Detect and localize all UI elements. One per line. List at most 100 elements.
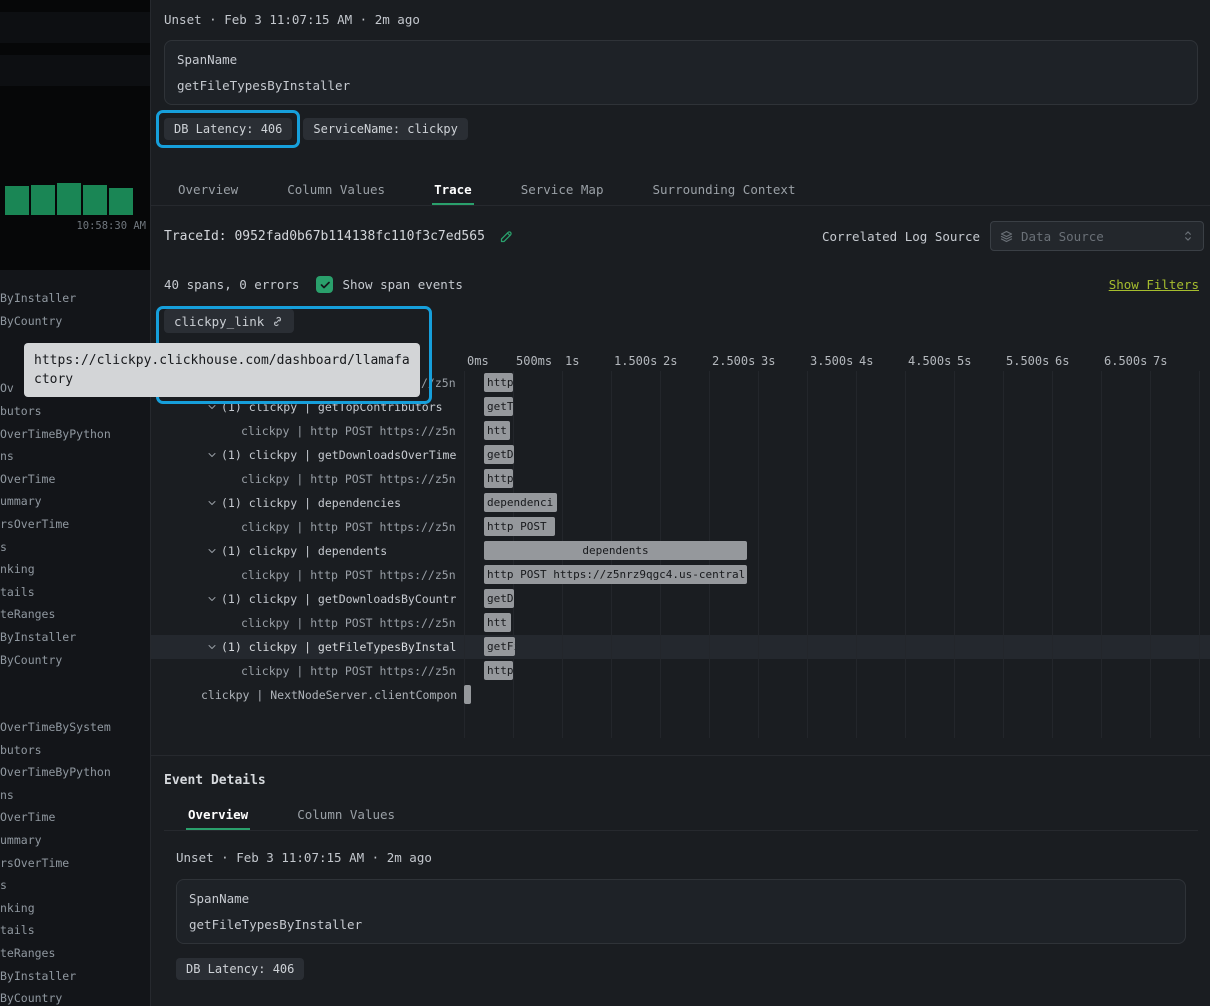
trace-span-row[interactable]: clickpy | NextNodeServer.clientCompone <box>151 683 1210 707</box>
trace-span-row[interactable]: clickpy | http POST https://z5nrzhtt <box>151 611 1210 635</box>
tab-column-values[interactable]: Column Values <box>285 175 387 205</box>
span-duration-bar[interactable]: getD <box>484 445 514 464</box>
sidebar-list-item[interactable]: ns <box>0 784 150 807</box>
tab-service-map[interactable]: Service Map <box>519 175 606 205</box>
edit-trace-id-button[interactable] <box>499 229 514 244</box>
sidebar-list-item[interactable]: ByCountry <box>0 987 150 1006</box>
chevron-down-icon[interactable] <box>206 497 218 509</box>
sidebar-list-item[interactable]: OverTime <box>0 468 150 491</box>
span-duration-bar[interactable]: http POST <box>484 517 555 536</box>
span-duration-bar[interactable]: http <box>484 661 513 680</box>
tab-trace[interactable]: Trace <box>432 175 474 205</box>
db-latency-badge[interactable]: DB Latency: 406 <box>164 118 292 140</box>
chevron-down-icon[interactable] <box>206 545 218 557</box>
span-duration-bar[interactable]: getD <box>484 589 514 608</box>
span-duration-bar[interactable]: getT <box>484 397 513 416</box>
sidebar-list-item[interactable]: OverTimeBySystem <box>0 716 150 739</box>
data-source-placeholder: Data Source <box>1021 229 1174 244</box>
span-row-label: clickpy | http POST https://z5nrz <box>151 419 457 443</box>
sidebar-list-item[interactable]: ummary <box>0 490 150 513</box>
drawer-tabs: Overview Column Values Trace Service Map Sur… <box>151 175 1210 206</box>
span-duration-bar[interactable] <box>464 685 471 704</box>
background-panel-row <box>0 55 150 86</box>
trace-span-row[interactable]: clickpy | http POST https://z5nrzhttp <box>151 467 1210 491</box>
sidebar-list-item[interactable]: nking <box>0 897 150 920</box>
sidebar-list-item[interactable]: OverTimeByPython <box>0 423 150 446</box>
service-name-badge[interactable]: ServiceName: clickpy <box>303 118 468 140</box>
sidebar-list-item[interactable]: nking <box>0 558 150 581</box>
span-name-label: SpanName <box>177 52 1185 67</box>
span-duration-bar[interactable]: htt <box>484 421 510 440</box>
span-duration-bar[interactable]: getFi <box>484 637 515 656</box>
trace-span-row[interactable]: (1) clickpy | dependentsdependents <box>151 539 1210 563</box>
db-latency-badge-details[interactable]: DB Latency: 406 <box>176 958 304 980</box>
chevron-down-icon[interactable] <box>206 449 218 461</box>
span-name-text: clickpy | NextNodeServer.clientCompone <box>201 688 457 702</box>
span-row-label: clickpy | http POST https://z5nrz <box>151 563 457 587</box>
mini-bar-chart <box>5 183 133 215</box>
span-name-text: clickpy | http POST https://z5nrz <box>241 568 457 582</box>
chevron-down-icon[interactable] <box>206 401 218 413</box>
event-details-timestamp: Unset · Feb 3 11:07:15 AM · 2m ago <box>176 850 1210 865</box>
tab-overview[interactable]: Overview <box>176 175 240 205</box>
trace-span-row[interactable]: clickpy | http POST https://z5nrz http PO… <box>151 563 1210 587</box>
sidebar-list-item[interactable]: teRanges <box>0 603 150 626</box>
trace-span-row[interactable]: clickpy | http POST https://z5nrz htt <box>151 419 1210 443</box>
trace-span-row[interactable]: clickpy | http POST https://z5nrz http PO… <box>151 515 1210 539</box>
clickpy-link-button[interactable]: clickpy_link <box>164 309 294 333</box>
link-icon <box>271 315 284 328</box>
sidebar-list-item[interactable]: rsOverTime <box>0 513 150 536</box>
span-name-card: SpanName getFileTypesByInstaller <box>164 40 1198 105</box>
background-sidebar: 10:58:30 AM ByInstallerByCountryOvbutors… <box>0 0 150 1006</box>
event-details-tab-column-values[interactable]: Column Values <box>295 802 397 830</box>
timeline-tick: 7s <box>1150 354 1167 368</box>
selector-chevrons-icon <box>1181 229 1195 243</box>
span-name-text: clickpy | http POST https://z5nrz <box>241 520 457 534</box>
show-span-events-checkbox[interactable] <box>316 276 333 293</box>
sidebar-list-item[interactable]: ByCountry <box>0 310 150 333</box>
sidebar-list-item[interactable]: s <box>0 536 150 559</box>
span-duration-bar[interactable]: dependents <box>484 541 747 560</box>
sidebar-list-item[interactable]: ByInstaller <box>0 287 150 310</box>
sidebar-list-item[interactable]: OverTimeByPython <box>0 761 150 784</box>
sidebar-list-item[interactable]: ByCountry <box>0 649 150 672</box>
sidebar-list-item[interactable]: tails <box>0 919 150 942</box>
trace-span-row[interactable]: (1) clickpy | dependenciesdependenci <box>151 491 1210 515</box>
span-duration-bar[interactable]: http <box>484 469 513 488</box>
span-duration-bar[interactable]: dependenci <box>484 493 557 512</box>
trace-span-row[interactable]: (1) clickpy | getDownloadsByCountrygetD <box>151 587 1210 611</box>
app-screen: 10:58:30 AM ByInstallerByCountryOvbutors… <box>0 0 1210 1006</box>
db-latency-highlight-box: DB Latency: 406 <box>156 110 300 148</box>
span-duration-bar[interactable]: http <box>484 373 513 392</box>
sidebar-list-item[interactable]: butors <box>0 400 150 423</box>
trace-span-row[interactable]: (1) clickpy | getTopContributorsgetT <box>151 395 1210 419</box>
sidebar-list-item[interactable]: s <box>0 874 150 897</box>
check-icon <box>319 279 331 291</box>
sidebar-list-item[interactable]: butors <box>0 739 150 762</box>
show-filters-link[interactable]: Show Filters <box>1109 277 1199 292</box>
span-duration-bar[interactable]: htt <box>484 613 511 632</box>
timeline-tick: 0ms <box>464 354 489 368</box>
tab-surrounding-context[interactable]: Surrounding Context <box>651 175 798 205</box>
trace-span-row[interactable]: clickpy | http POST https://z5nrzhttp <box>151 659 1210 683</box>
sidebar-list-item[interactable]: ns <box>0 445 150 468</box>
trace-span-row[interactable]: (1) clickpy | getDownloadsOverTimeBySget… <box>151 443 1210 467</box>
event-details-tab-overview[interactable]: Overview <box>186 802 250 830</box>
chart-bar <box>109 188 133 215</box>
timeline-tick: 6s <box>1052 354 1069 368</box>
data-source-select[interactable]: Data Source <box>990 221 1204 251</box>
sidebar-list-item[interactable]: ummary <box>0 829 150 852</box>
span-row-label: clickpy | NextNodeServer.clientCompone <box>151 683 457 707</box>
sidebar-list-item[interactable]: rsOverTime <box>0 852 150 875</box>
chevron-down-icon[interactable] <box>206 593 218 605</box>
sidebar-list-item[interactable]: ByInstaller <box>0 626 150 649</box>
chart-bar <box>57 183 81 215</box>
sidebar-list-item[interactable]: teRanges <box>0 942 150 965</box>
correlated-log-source-label: Correlated Log Source <box>822 229 980 244</box>
chevron-down-icon[interactable] <box>206 641 218 653</box>
trace-span-row[interactable]: (1) clickpy | getFileTypesByInstallerget… <box>151 635 1210 659</box>
sidebar-list-item[interactable]: ByInstaller <box>0 965 150 988</box>
span-duration-bar[interactable]: http POST https://z5nrz9qgc4.us-central <box>484 565 747 584</box>
sidebar-list-item[interactable]: OverTime <box>0 806 150 829</box>
sidebar-list-item[interactable]: tails <box>0 581 150 604</box>
